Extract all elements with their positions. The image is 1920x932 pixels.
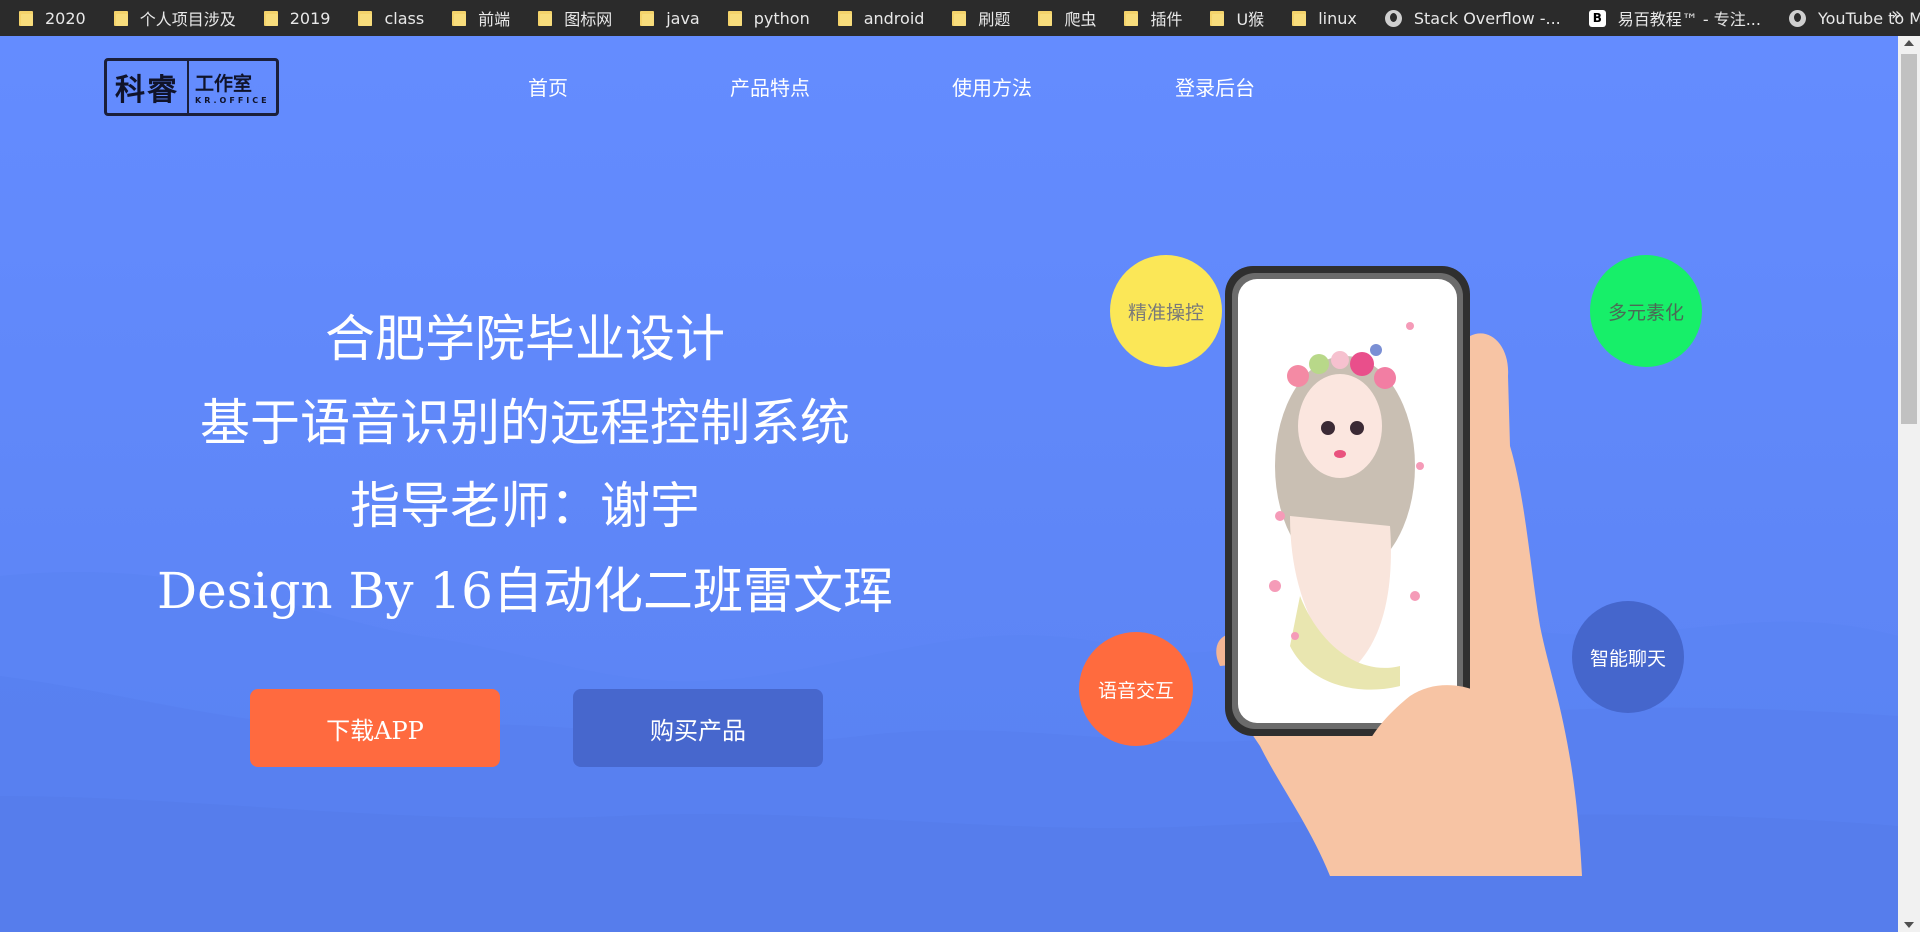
bookmark-label: 2020 <box>45 8 86 28</box>
hero-title: 合肥学院毕业设计 <box>325 310 725 368</box>
bookmark-item[interactable]: 2020 <box>19 5 86 31</box>
folder-icon <box>727 10 742 26</box>
scroll-down-arrow-icon[interactable] <box>1904 922 1914 928</box>
bookmark-item[interactable]: Stack Overflow -... <box>1384 5 1561 31</box>
bookmark-item[interactable]: 插件 <box>1124 5 1182 31</box>
folder-icon <box>1038 10 1053 26</box>
bookmark-item[interactable]: java <box>640 5 700 31</box>
bookmark-label: U猴 <box>1236 10 1265 29</box>
bookmark-label: 图标网 <box>564 10 613 29</box>
feature-bubble-precise: 精准操控 <box>1110 255 1222 367</box>
bookmark-item[interactable]: linux <box>1292 5 1357 31</box>
bookmark-item[interactable]: 2019 <box>263 5 331 31</box>
folder-icon <box>640 10 655 26</box>
feature-bubble-voice: 语音交互 <box>1079 632 1193 746</box>
bookmark-label: 刷题 <box>978 10 1011 29</box>
bookmark-item[interactable]: 爬虫 <box>1038 5 1096 31</box>
bookmark-label: YouTube to MP4... <box>1817 8 1920 28</box>
logo-main-text: 科睿 <box>115 73 179 108</box>
bookmark-item[interactable]: 前端 <box>452 5 510 31</box>
bookmark-label: 爬虫 <box>1064 10 1097 29</box>
vertical-scrollbar[interactable] <box>1898 36 1920 932</box>
hero-subtitle: 基于语音识别的远程控制系统 <box>200 394 850 452</box>
folder-icon <box>538 10 553 26</box>
folder-icon <box>1292 10 1307 26</box>
bookmark-item[interactable]: 刷题 <box>952 5 1010 31</box>
bookmarks-bar: 2020 个人项目涉及 2019 class 前端 图标网 java pytho… <box>0 0 1920 36</box>
folder-icon <box>1210 10 1225 26</box>
folder-icon <box>1124 10 1139 26</box>
scroll-up-arrow-icon[interactable] <box>1904 40 1914 46</box>
bookmark-item[interactable]: class <box>358 5 424 31</box>
bookmark-label: java <box>666 8 700 28</box>
bookmark-label: 2019 <box>289 8 331 28</box>
bookmark-label: linux <box>1318 8 1357 28</box>
bookmark-item[interactable]: python <box>727 5 810 31</box>
globe-icon <box>1384 9 1402 27</box>
bookmark-item[interactable]: 个人项目涉及 <box>113 5 236 31</box>
globe-icon <box>1788 9 1806 27</box>
b-icon: B <box>1588 9 1606 27</box>
nav-home[interactable]: 首页 <box>528 72 568 101</box>
folder-icon <box>837 10 852 26</box>
landing-page: 科睿 工作室 KR.OFFICE 首页 产品特点 使用方法 登录后台 合肥学院毕… <box>0 36 1898 932</box>
folder-icon <box>19 10 33 26</box>
logo-sub-title: 工作室 <box>195 73 253 95</box>
logo-subtitle: 工作室 KR.OFFICE <box>189 69 270 105</box>
hero-author: Design By 16自动化二班雷文珲 <box>157 562 893 620</box>
bookmarks-overflow-button[interactable]: » <box>1891 4 1902 25</box>
folder-icon <box>263 10 278 26</box>
download-app-button[interactable]: 下载APP <box>250 689 500 767</box>
bookmark-label: 前端 <box>478 10 511 29</box>
logo[interactable]: 科睿 工作室 KR.OFFICE <box>104 58 279 116</box>
feature-bubble-diverse: 多元素化 <box>1590 255 1702 367</box>
nav-login[interactable]: 登录后台 <box>1175 72 1255 101</box>
folder-icon <box>113 10 128 26</box>
logo-sub-english: KR.OFFICE <box>195 96 270 105</box>
folder-icon <box>452 10 467 26</box>
folder-icon <box>952 10 967 26</box>
nav-usage[interactable]: 使用方法 <box>952 72 1032 101</box>
bookmark-label: python <box>753 8 810 28</box>
bookmark-label: 易百教程™ - 专注... <box>1617 10 1761 29</box>
bookmark-item[interactable]: 图标网 <box>538 5 612 31</box>
bookmark-item[interactable]: android <box>837 5 925 31</box>
hero-advisor: 指导老师：谢宇 <box>350 477 700 535</box>
bookmark-label: 插件 <box>1150 10 1183 29</box>
bookmark-label: android <box>863 8 925 28</box>
bookmark-item[interactable]: B 易百教程™ - 专注... <box>1588 5 1761 31</box>
folder-icon <box>358 10 373 26</box>
bookmark-label: 个人项目涉及 <box>139 10 236 29</box>
bookmark-item[interactable]: U猴 <box>1210 5 1264 31</box>
scrollbar-thumb[interactable] <box>1901 54 1917 424</box>
feature-bubble-chat: 智能聊天 <box>1572 601 1684 713</box>
buy-product-button[interactable]: 购买产品 <box>573 689 823 767</box>
nav-features[interactable]: 产品特点 <box>730 72 810 101</box>
bookmark-label: Stack Overflow -... <box>1413 8 1561 28</box>
bookmark-label: class <box>384 8 425 28</box>
phone-illustration <box>1216 266 1582 877</box>
